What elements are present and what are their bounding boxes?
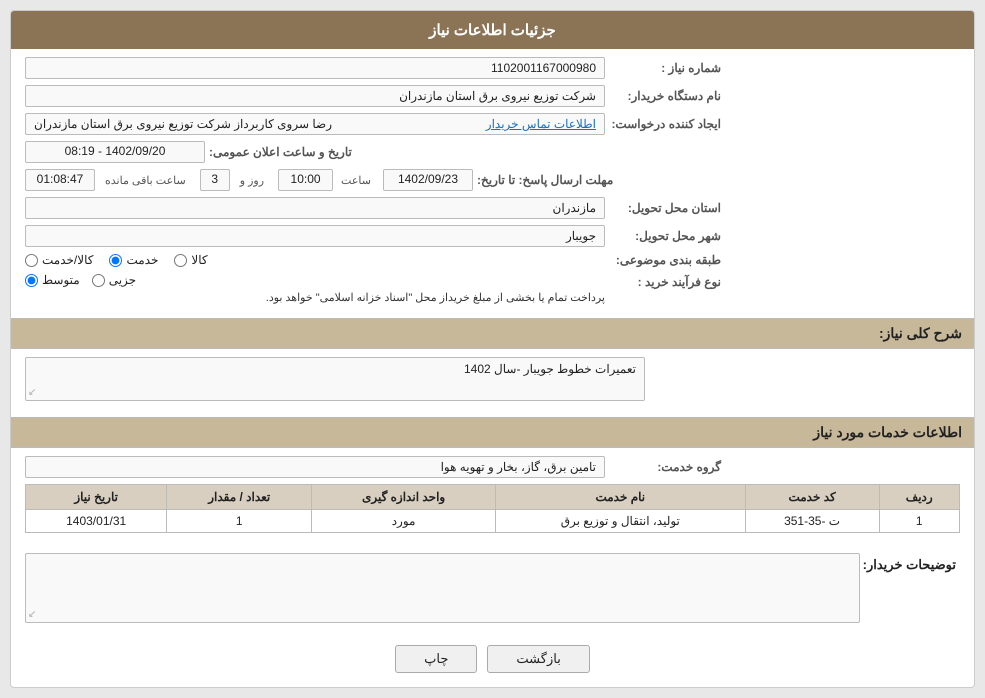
requester-value-box: اطلاعات تماس خریدار رضا سروی کاربرداز شر… xyxy=(25,113,605,135)
col-code: کد خدمت xyxy=(745,485,879,510)
need-number-value: 1102001167000980 xyxy=(25,57,605,79)
deadline-date: 1402/09/23 xyxy=(383,169,473,191)
need-desc-body: تعمیرات خطوط جویبار -سال 1402 ↙ xyxy=(11,349,974,417)
deadline-time-value: 10:00 xyxy=(278,169,333,191)
main-card: جزئیات اطلاعات نیاز شماره نیاز : 1102001… xyxy=(10,10,975,688)
category-radio-kala-khedmat[interactable] xyxy=(25,254,38,267)
col-date: تاریخ نیاز xyxy=(26,485,167,510)
delivery-province-row: استان محل تحویل: مازندران xyxy=(25,197,960,219)
table-header-row: ردیف کد خدمت نام خدمت واحد اندازه گیری ت… xyxy=(26,485,960,510)
delivery-province-value: مازندران xyxy=(25,197,605,219)
table-cell-qty: 1 xyxy=(167,510,312,533)
back-button[interactable]: بازگشت xyxy=(487,645,589,673)
need-desc-section-label: شرح کلی نیاز: xyxy=(879,325,962,341)
print-button[interactable]: چاپ xyxy=(395,645,477,673)
category-khedmat-label: خدمت xyxy=(126,253,158,267)
col-unit: واحد اندازه گیری xyxy=(312,485,496,510)
group-service-row: گروه خدمت: تامین برق، گاز، بخار و تهویه … xyxy=(25,456,960,478)
table-cell-name: تولید، انتقال و توزیع برق xyxy=(495,510,745,533)
delivery-province-label: استان محل تحویل: xyxy=(605,201,725,215)
need-number-label: شماره نیاز : xyxy=(605,61,725,75)
buttons-row: بازگشت چاپ xyxy=(11,633,974,687)
process-radio-jozi[interactable] xyxy=(92,274,105,287)
table-header: ردیف کد خدمت نام خدمت واحد اندازه گیری ت… xyxy=(26,485,960,510)
requester-row: ایجاد کننده درخواست: اطلاعات تماس خریدار… xyxy=(25,113,960,135)
sharh-value: تعمیرات خطوط جویبار -سال 1402 xyxy=(464,362,636,376)
buyer-org-label: نام دستگاه خریدار: xyxy=(605,89,725,103)
table-body: 1ت -35-351تولید، انتقال و توزیع برقمورد1… xyxy=(26,510,960,533)
process-options-container: متوسط جزیی پرداخت تمام یا بخشی از مبلغ خ… xyxy=(25,273,605,304)
delivery-city-value: جویبار xyxy=(25,225,605,247)
deadline-remain-label: ساعت باقی مانده xyxy=(105,174,186,187)
table-area: ردیف کد خدمت نام خدمت واحد اندازه گیری ت… xyxy=(25,484,960,533)
table-cell-unit: مورد xyxy=(312,510,496,533)
buyer-desc-label: توضیحات خریدار: xyxy=(860,553,960,573)
category-option-kala[interactable]: کالا xyxy=(174,253,207,267)
process-option-motavasset[interactable]: متوسط xyxy=(25,273,80,287)
process-radio-motavasset[interactable] xyxy=(25,274,38,287)
col-row-num: ردیف xyxy=(879,485,959,510)
services-table: ردیف کد خدمت نام خدمت واحد اندازه گیری ت… xyxy=(25,484,960,533)
process-desc: پرداخت تمام یا بخشی از مبلغ خریداز محل "… xyxy=(25,291,605,304)
buyer-org-value: شرکت توزیع نیروی برق استان مازندران xyxy=(25,85,605,107)
page-title: جزئیات اطلاعات نیاز xyxy=(429,22,556,39)
requester-label: ایجاد کننده درخواست: xyxy=(605,117,725,131)
category-label: طبقه بندی موضوعی: xyxy=(605,253,725,267)
requester-value: رضا سروی کاربرداز شرکت توزیع نیروی برق ا… xyxy=(34,117,332,131)
form-body: شماره نیاز : 1102001167000980 نام دستگاه… xyxy=(11,49,974,318)
category-option-kala-khedmat[interactable]: کالا/خدمت xyxy=(25,253,93,267)
table-cell-date: 1403/01/31 xyxy=(26,510,167,533)
group-service-value: تامین برق، گاز، بخار و تهویه هوا xyxy=(25,456,605,478)
process-label: نوع فرآیند خرید : xyxy=(605,273,725,289)
category-row: طبقه بندی موضوعی: کالا/خدمت خدمت کالا xyxy=(25,253,960,267)
category-option-khedmat[interactable]: خدمت xyxy=(109,253,158,267)
category-kala-khedmat-label: کالا/خدمت xyxy=(42,253,93,267)
group-service-label: گروه خدمت: xyxy=(605,460,725,474)
announce-row: تاریخ و ساعت اعلان عمومی: 1402/09/20 - 0… xyxy=(25,141,960,163)
category-radio-group: کالا/خدمت خدمت کالا xyxy=(25,253,605,267)
page-wrapper: جزئیات اطلاعات نیاز شماره نیاز : 1102001… xyxy=(0,0,985,698)
buyer-desc-row: توضیحات خریدار: ↙ xyxy=(25,553,960,623)
process-jozi-label: جزیی xyxy=(109,273,136,287)
deadline-days-value: 3 xyxy=(200,169,230,191)
process-radio-group: متوسط جزیی xyxy=(25,273,605,287)
category-radio-khedmat[interactable] xyxy=(109,254,122,267)
need-desc-section-header: شرح کلی نیاز: xyxy=(11,318,974,349)
sharh-box: تعمیرات خطوط جویبار -سال 1402 ↙ xyxy=(25,357,645,401)
category-radio-kala[interactable] xyxy=(174,254,187,267)
table-cell-row: 1 xyxy=(879,510,959,533)
category-options-container: کالا/خدمت خدمت کالا xyxy=(25,253,605,267)
services-body: گروه خدمت: تامین برق، گاز، بخار و تهویه … xyxy=(11,448,974,549)
process-motavasset-label: متوسط xyxy=(42,273,80,287)
deadline-row: مهلت ارسال پاسخ: تا تاریخ: 1402/09/23 سا… xyxy=(25,169,960,191)
deadline-remain-value: 01:08:47 xyxy=(25,169,95,191)
delivery-city-row: شهر محل تحویل: جویبار xyxy=(25,225,960,247)
process-option-jozi[interactable]: جزیی xyxy=(92,273,136,287)
card-header: جزئیات اطلاعات نیاز xyxy=(11,11,974,49)
delivery-city-label: شهر محل تحویل: xyxy=(605,229,725,243)
services-section-header: اطلاعات خدمات مورد نیاز xyxy=(11,417,974,448)
services-section-label: اطلاعات خدمات مورد نیاز xyxy=(813,424,962,440)
buyer-org-row: نام دستگاه خریدار: شرکت توزیع نیروی برق … xyxy=(25,85,960,107)
deadline-days-label: روز و xyxy=(240,174,264,187)
resize-icon: ↙ xyxy=(28,387,36,398)
table-cell-code: ت -35-351 xyxy=(745,510,879,533)
sharh-row: تعمیرات خطوط جویبار -سال 1402 ↙ xyxy=(25,357,960,401)
category-kala-label: کالا xyxy=(191,253,207,267)
announce-label: تاریخ و ساعت اعلان عمومی: xyxy=(209,145,356,159)
deadline-time-label: ساعت xyxy=(341,174,371,187)
table-row: 1ت -35-351تولید، انتقال و توزیع برقمورد1… xyxy=(26,510,960,533)
deadline-label: مهلت ارسال پاسخ: تا تاریخ: xyxy=(477,173,617,187)
buyer-desc-resize-icon: ↙ xyxy=(28,609,36,620)
col-name: نام خدمت xyxy=(495,485,745,510)
process-row: نوع فرآیند خرید : متوسط جزیی پرداخت تمام… xyxy=(25,273,960,304)
buyer-desc-box: ↙ xyxy=(25,553,860,623)
announce-value: 1402/09/20 - 08:19 xyxy=(25,141,205,163)
contact-link[interactable]: اطلاعات تماس خریدار xyxy=(486,117,596,131)
need-number-row: شماره نیاز : 1102001167000980 xyxy=(25,57,960,79)
col-qty: تعداد / مقدار xyxy=(167,485,312,510)
